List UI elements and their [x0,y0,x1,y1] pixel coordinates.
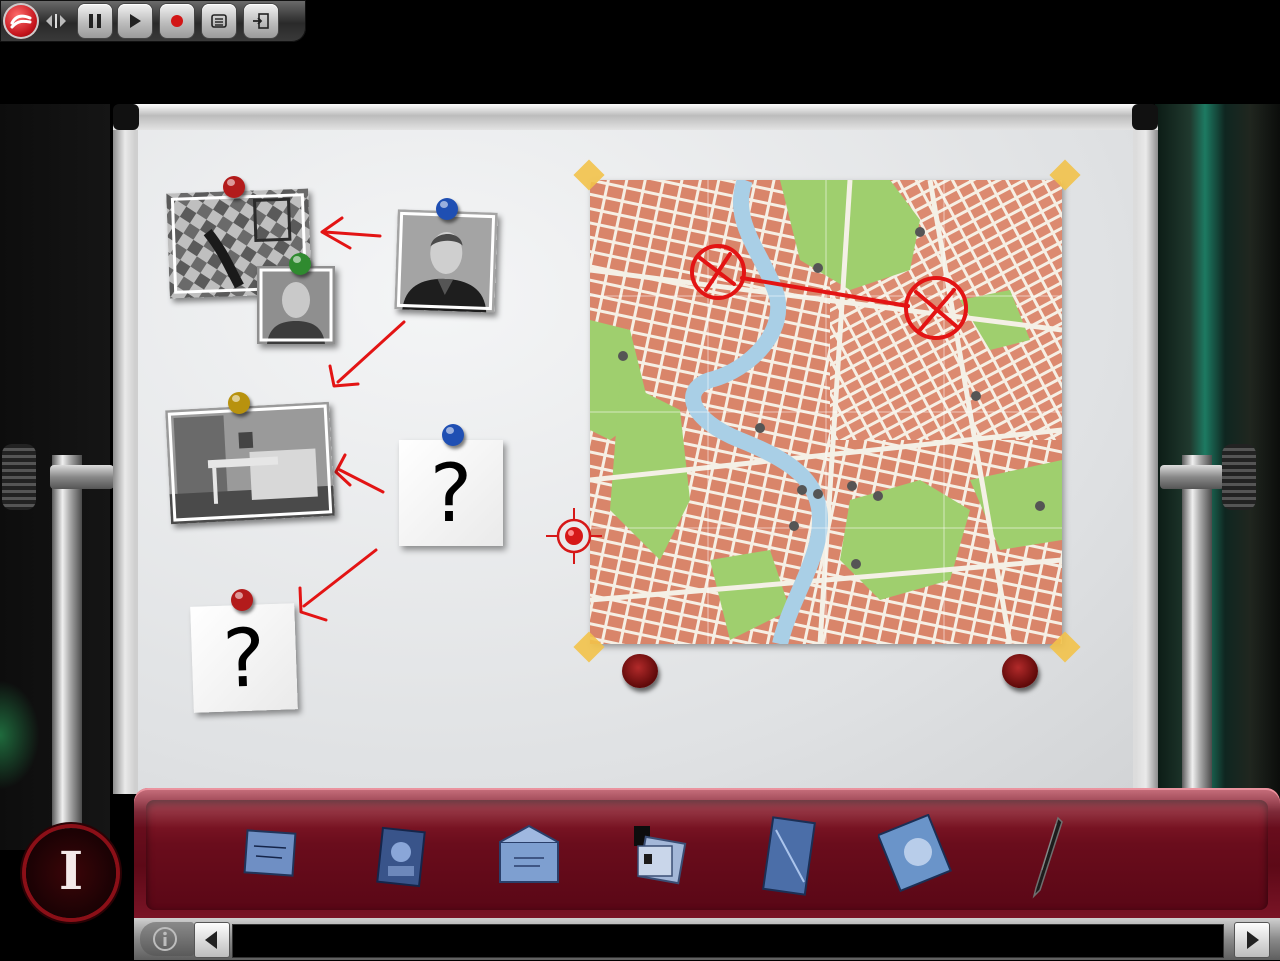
scroll-left-button[interactable] [194,922,230,958]
bald-suspect-photo[interactable] [257,266,335,344]
envelope-icon [499,824,559,883]
arrow-right-icon [1247,931,1259,949]
evidence-bag-icon [876,813,952,893]
business-card-icon [243,829,297,877]
info-icon [153,927,177,951]
play-icon [130,14,141,28]
stand-bolt-right [1160,465,1224,489]
pause-button[interactable] [78,4,112,38]
documents-item[interactable] [628,824,690,890]
whiteboard-corner-left [113,104,139,130]
stand-leg-left [52,455,82,850]
suspect-photo[interactable] [394,209,498,313]
whiteboard-top-rail [113,104,1158,130]
record-button[interactable] [160,4,194,38]
documents-icon [634,826,687,885]
unknown-suspect-note[interactable]: ? [399,440,503,546]
stand-knob-left[interactable] [2,444,36,510]
photo-icon [376,826,426,888]
unknown-location-note[interactable]: ? [190,603,298,713]
exit-icon [253,13,269,29]
plastic-sleeve-item[interactable] [758,816,820,900]
red-pin-icon [231,589,253,611]
green-pin-icon [289,253,311,275]
play-button[interactable] [118,4,152,38]
menu-button[interactable] [202,4,236,38]
yellow-pin-icon [228,392,250,414]
arrow-left-icon [205,931,217,949]
inventory-glare [134,788,1280,828]
red-pin-icon [223,176,245,198]
toolbar-grip-icon[interactable] [44,12,68,30]
blue-pin-icon [436,198,458,220]
envelope-item[interactable] [496,824,562,890]
app-logo-icon[interactable] [3,3,39,39]
stand-bolt-left [50,465,114,489]
record-icon [171,15,183,27]
red-magnet-icon[interactable] [1002,654,1038,688]
city-map[interactable] [590,180,1062,644]
office-photo[interactable] [165,401,335,525]
blue-pin-icon [442,424,464,446]
list-icon [211,14,227,28]
playback-toolbar [0,0,306,42]
info-button[interactable] [140,922,194,956]
background-glow [0,680,40,790]
stand-knob-right[interactable] [1222,444,1256,510]
blue-photo-item[interactable] [374,826,428,892]
photo-bag-item[interactable] [876,813,956,898]
red-magnet-icon[interactable] [622,654,658,688]
exit-button[interactable] [244,4,278,38]
inventory-scroll-track[interactable] [232,924,1224,958]
scroll-right-button[interactable] [1234,922,1270,958]
whiteboard-corner-right [1132,104,1158,130]
pen-icon [1032,816,1063,899]
crosshair-cursor-icon [546,508,602,564]
pen-item[interactable] [1028,814,1068,904]
evidence-sleeve-icon [762,816,816,896]
investigation-button[interactable]: I [26,828,116,918]
business-card-item[interactable] [242,828,298,884]
pause-icon [89,14,101,28]
